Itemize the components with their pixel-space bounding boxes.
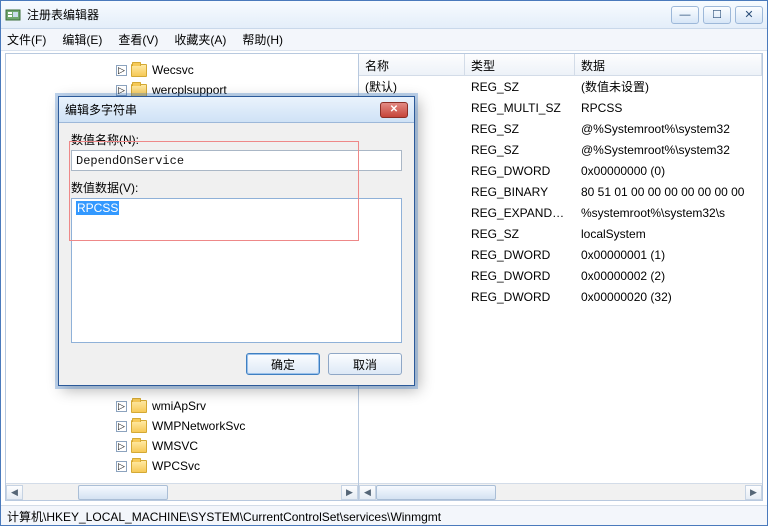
cell-data: @%Systemroot%\system32 [575,143,762,157]
menu-edit[interactable]: 编辑(E) [62,31,102,48]
cell-type: REG_DWORD [465,269,575,283]
app-icon [5,7,21,23]
list-hscrollbar[interactable]: ◀ ▶ [359,483,762,500]
cell-type: REG_DWORD [465,290,575,304]
cell-type: REG_DWORD [465,248,575,262]
list-row[interactable]: NameREG_SZ@%Systemroot%\system32 [359,139,762,160]
list-row[interactable]: NameREG_SZlocalSystem [359,223,762,244]
value-name-input[interactable] [71,150,402,171]
cell-type: REG_EXPAND_SZ [465,206,575,220]
menu-help[interactable]: 帮助(H) [242,31,283,48]
list-row[interactable]: dOnSer...REG_MULTI_SZRPCSS [359,97,762,118]
list-row[interactable]: ptionREG_SZ@%Systemroot%\system32 [359,118,762,139]
tree-node[interactable]: ▷ Wecsvc [6,60,358,80]
cell-data: RPCSS [575,101,762,115]
value-name-label: 数值名称(N): [71,131,402,148]
expander-icon[interactable]: ▷ [116,461,127,472]
cell-data: 0x00000002 (2) [575,269,762,283]
scroll-left-icon[interactable]: ◀ [359,485,376,500]
folder-icon [131,440,147,453]
cell-type: REG_SZ [465,143,575,157]
expander-icon[interactable]: ▷ [116,65,127,76]
expander-icon[interactable]: ▷ [116,85,127,96]
menu-favorites[interactable]: 收藏夹(A) [174,31,226,48]
scroll-left-icon[interactable]: ◀ [6,485,23,500]
tree-label: WMPNetworkSvc [152,419,245,433]
folder-icon [131,400,147,413]
list-row[interactable]: ActionsREG_BINARY80 51 01 00 00 00 00 00… [359,181,762,202]
cell-data: (数值未设置) [575,78,762,95]
titlebar: 注册表编辑器 — ☐ ✕ [1,1,767,29]
scroll-thumb[interactable] [376,485,496,500]
menu-file[interactable]: 文件(F) [7,31,46,48]
list-row[interactable]: REG_DWORD0x00000020 (32) [359,286,762,307]
minimize-button[interactable]: — [671,6,699,24]
cell-data: 0x00000020 (32) [575,290,762,304]
tree-hscrollbar[interactable]: ◀ ▶ [6,483,358,500]
cell-data: 0x00000000 (0) [575,164,762,178]
tree-node[interactable]: ▷ WMPNetworkSvc [6,416,358,436]
dialog-titlebar[interactable]: 编辑多字符串 ✕ [59,97,414,123]
tree-label: wmiApSrv [152,399,206,413]
list-pane[interactable]: 名称 类型 数据 (默认)REG_SZ(数值未设置)dOnSer...REG_M… [359,54,762,500]
folder-icon [131,84,147,97]
statusbar: 计算机\HKEY_LOCAL_MACHINE\SYSTEM\CurrentCon… [1,505,767,525]
value-data-label: 数值数据(V): [71,179,402,196]
cell-data: @%Systemroot%\system32 [575,122,762,136]
value-data-textarea[interactable]: RPCSS [71,198,402,343]
list-row[interactable]: PathREG_EXPAND_SZ%systemroot%\system32\s [359,202,762,223]
selected-text: RPCSS [76,201,119,215]
list-row[interactable]: REG_DWORD0x00000002 (2) [359,265,762,286]
cell-type: REG_MULTI_SZ [465,101,575,115]
list-row[interactable]: (默认)REG_SZ(数值未设置) [359,76,762,97]
tree-label: wercplsupport [152,83,227,97]
menu-view[interactable]: 查看(V) [118,31,158,48]
tree-label: WMSVC [152,439,198,453]
cell-name: (默认) [359,78,465,95]
scroll-right-icon[interactable]: ▶ [745,485,762,500]
cell-data: 80 51 01 00 00 00 00 00 00 00 [575,185,762,199]
tree-label: WPCSvc [152,459,200,473]
menubar: 文件(F) 编辑(E) 查看(V) 收藏夹(A) 帮助(H) [1,29,767,51]
cell-type: REG_DWORD [465,164,575,178]
folder-icon [131,460,147,473]
folder-icon [131,420,147,433]
tree-label: Wecsvc [152,63,194,77]
cell-data: %systemroot%\system32\s [575,206,762,220]
col-data[interactable]: 数据 [575,54,762,75]
cell-type: REG_SZ [465,80,575,94]
dialog-body: 数值名称(N): 数值数据(V): RPCSS 确定 取消 [59,123,414,385]
list-body: (默认)REG_SZ(数值未设置)dOnSer...REG_MULTI_SZRP… [359,76,762,307]
cell-data: localSystem [575,227,762,241]
cell-data: 0x00000001 (1) [575,248,762,262]
list-header: 名称 类型 数据 [359,54,762,76]
col-name[interactable]: 名称 [359,54,465,75]
window-title: 注册表编辑器 [27,6,671,23]
cancel-button[interactable]: 取消 [328,353,402,375]
tree-node[interactable]: ▷ wmiApSrv [6,396,358,416]
col-type[interactable]: 类型 [465,54,575,75]
tree-node[interactable]: ▷ WMSVC [6,436,358,456]
cell-type: REG_SZ [465,122,575,136]
tree-node[interactable]: ▷ WPCSvc [6,456,358,476]
folder-icon [131,64,147,77]
dialog-close-button[interactable]: ✕ [380,102,408,118]
maximize-button[interactable]: ☐ [703,6,731,24]
ok-button[interactable]: 确定 [246,353,320,375]
list-row[interactable]: SidTypeREG_DWORD0x00000001 (1) [359,244,762,265]
scroll-right-icon[interactable]: ▶ [341,485,358,500]
close-button[interactable]: ✕ [735,6,763,24]
expander-icon[interactable]: ▷ [116,441,127,452]
cell-type: REG_SZ [465,227,575,241]
dialog-title: 编辑多字符串 [65,101,380,118]
edit-multistring-dialog: 编辑多字符串 ✕ 数值名称(N): 数值数据(V): RPCSS 确定 取消 [58,96,415,386]
expander-icon[interactable]: ▷ [116,421,127,432]
list-row[interactable]: ntrolREG_DWORD0x00000000 (0) [359,160,762,181]
cell-type: REG_BINARY [465,185,575,199]
expander-icon[interactable]: ▷ [116,401,127,412]
scroll-thumb[interactable] [78,485,168,500]
status-path: 计算机\HKEY_LOCAL_MACHINE\SYSTEM\CurrentCon… [7,510,441,524]
window-buttons: — ☐ ✕ [671,6,763,24]
